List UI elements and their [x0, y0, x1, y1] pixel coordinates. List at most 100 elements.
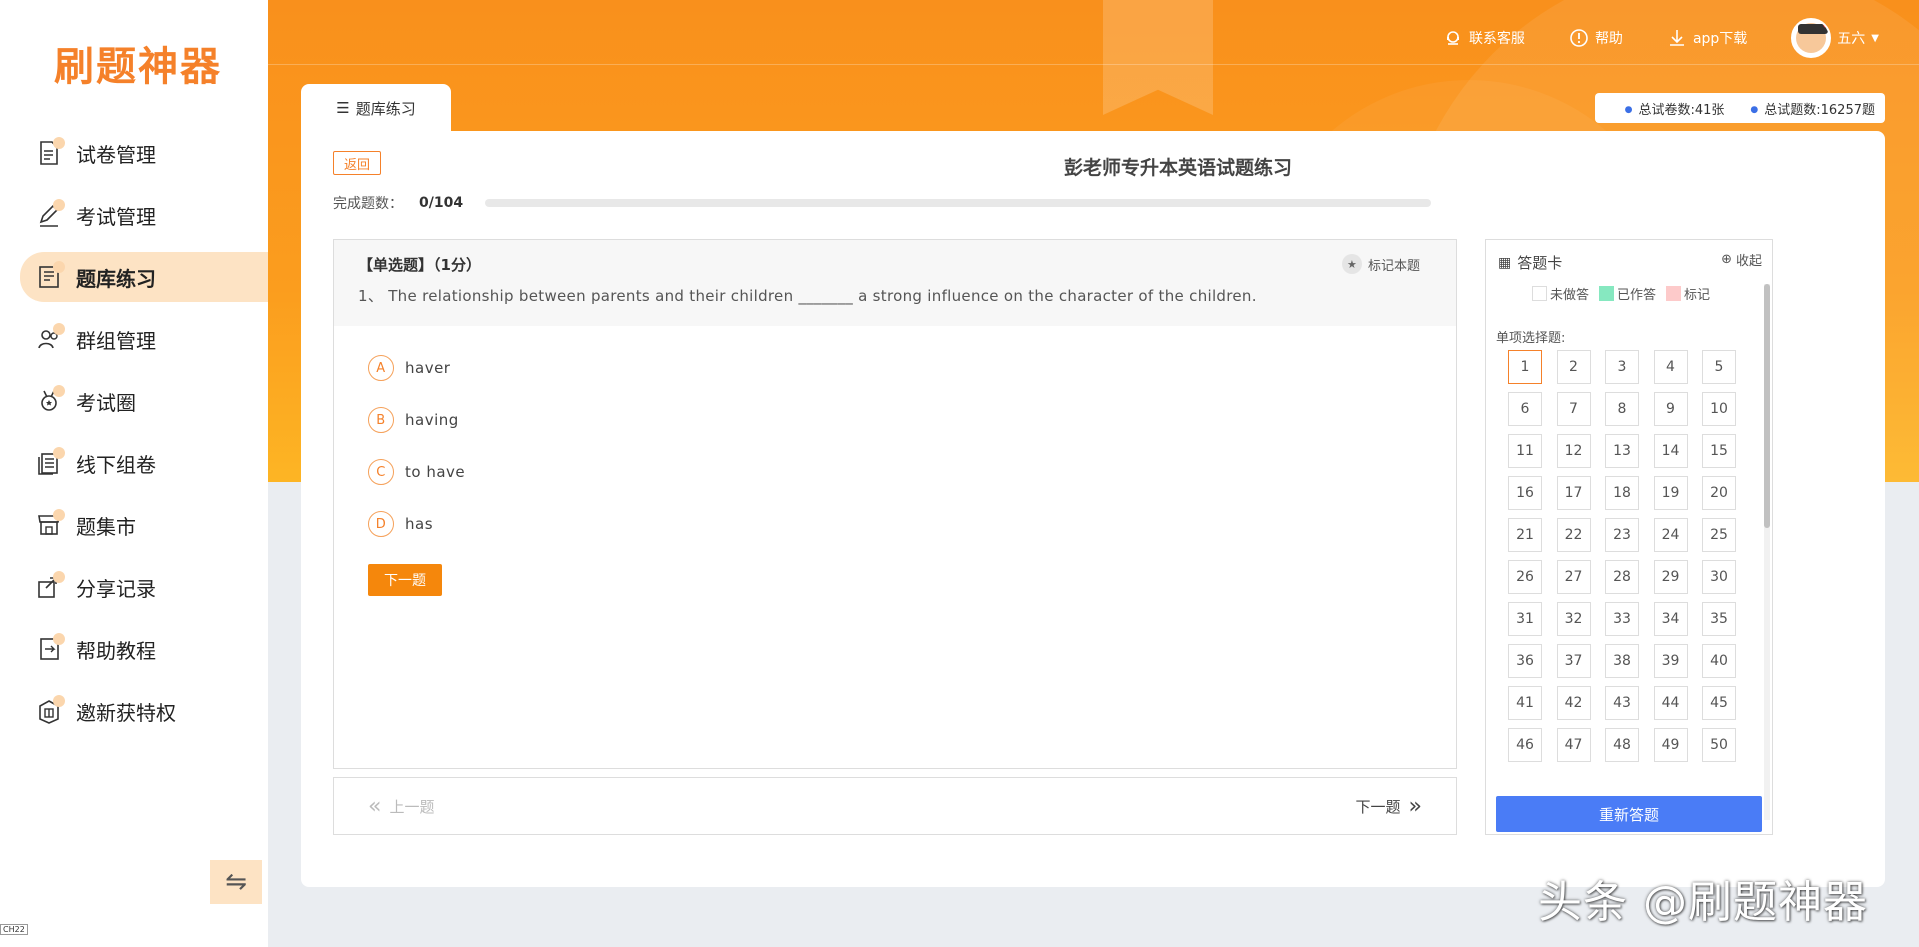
- next-question-link[interactable]: 下一题 »: [1356, 794, 1422, 819]
- question-number-cell[interactable]: 34: [1653, 602, 1688, 636]
- question-number-cell[interactable]: 10: [1702, 392, 1736, 426]
- user-menu[interactable]: 五六 ▼: [1791, 18, 1879, 58]
- sidebar-item[interactable]: 考试圈: [0, 370, 268, 432]
- question-number-cell[interactable]: 3: [1605, 350, 1639, 384]
- answer-option[interactable]: Bhaving: [368, 394, 1422, 446]
- question-number-cell[interactable]: 40: [1702, 644, 1736, 678]
- sidebar-item[interactable]: 线下组卷: [0, 432, 268, 494]
- legend-answered: 已作答: [1599, 284, 1656, 303]
- sidebar-item[interactable]: 试卷管理: [0, 122, 268, 184]
- sidebar-item[interactable]: 帮助教程: [0, 618, 268, 680]
- question-number-cell[interactable]: 22: [1556, 518, 1591, 552]
- sidebar-item[interactable]: 题集市: [0, 494, 268, 556]
- question-number-cell[interactable]: 11: [1508, 434, 1542, 468]
- paper-stack-icon: [36, 447, 65, 476]
- question-number-cell[interactable]: 29: [1653, 560, 1688, 594]
- answer-option[interactable]: Cto have: [368, 446, 1422, 498]
- question-number-cell[interactable]: 44: [1653, 686, 1688, 720]
- question-number-cell[interactable]: 15: [1702, 434, 1736, 468]
- question-number-cell[interactable]: 16: [1508, 476, 1542, 510]
- question-number-cell[interactable]: 13: [1605, 434, 1639, 468]
- top-divider: [268, 64, 1919, 65]
- double-chevron-right-icon: »: [1408, 793, 1422, 819]
- question-number-cell[interactable]: 45: [1702, 686, 1736, 720]
- question-number-cell[interactable]: 2: [1556, 350, 1591, 384]
- download-icon: [1669, 30, 1684, 46]
- question-number-cell[interactable]: 28: [1605, 560, 1639, 594]
- question-number-cell[interactable]: 4: [1653, 350, 1688, 384]
- progress-label: 完成题数：: [333, 196, 403, 212]
- question-number-cell[interactable]: 23: [1605, 518, 1639, 552]
- legend-unanswered-label: 未做答: [1550, 288, 1590, 303]
- question-number-cell[interactable]: 19: [1653, 476, 1688, 510]
- sidebar-collapse-button[interactable]: ⇋: [210, 860, 262, 904]
- mark-question-button[interactable]: ★ 标记本题: [1341, 254, 1420, 274]
- question-number-cell[interactable]: 21: [1508, 518, 1542, 552]
- question-number-cell[interactable]: 31: [1508, 602, 1542, 636]
- paper-title: 彭老师专升本英语试题练习: [1063, 157, 1292, 179]
- question-number-cell[interactable]: 35: [1702, 602, 1736, 636]
- icon-accent-dot: [53, 447, 65, 459]
- legend-swatch-marked: [1666, 286, 1682, 301]
- question-number-cell[interactable]: 8: [1605, 392, 1639, 426]
- question-number-cell[interactable]: 14: [1653, 434, 1688, 468]
- share-icon: [36, 571, 65, 600]
- tab-question-bank[interactable]: ☰ 题库练习: [301, 84, 451, 132]
- question-number-cell[interactable]: 48: [1605, 728, 1639, 762]
- contact-service-link[interactable]: 联系客服: [1443, 28, 1525, 48]
- question-number-cell[interactable]: 18: [1605, 476, 1639, 510]
- question-number-cell[interactable]: 38: [1605, 644, 1639, 678]
- sidebar-item[interactable]: 考试管理: [0, 184, 268, 246]
- app-download-link[interactable]: app下载: [1667, 28, 1747, 48]
- sidebar-item[interactable]: 群组管理: [0, 308, 268, 370]
- avatar[interactable]: [1791, 18, 1832, 58]
- progress-row: 完成题数： 0/104: [333, 193, 1432, 213]
- app-logo[interactable]: 刷题神器: [54, 34, 222, 92]
- question-number-cell[interactable]: 43: [1605, 686, 1639, 720]
- question-number-cell[interactable]: 37: [1556, 644, 1591, 678]
- question-number-cell[interactable]: 24: [1653, 518, 1688, 552]
- option-letter: A: [368, 355, 394, 381]
- question-number-cell[interactable]: 49: [1653, 728, 1688, 762]
- question-number-cell[interactable]: 47: [1556, 728, 1591, 762]
- question-number-cell[interactable]: 25: [1702, 518, 1736, 552]
- help-label: 帮助: [1594, 31, 1623, 47]
- answer-card-collapse-button[interactable]: ⊕ 收起: [1721, 250, 1762, 269]
- question-number-cell[interactable]: 32: [1556, 602, 1591, 636]
- next-question-button[interactable]: 下一题: [368, 564, 442, 596]
- sidebar-item[interactable]: 题库练习: [0, 246, 268, 308]
- redo-answers-button[interactable]: 重新答题: [1496, 796, 1762, 832]
- question-number-cell[interactable]: 42: [1556, 686, 1591, 720]
- help-book-icon: [36, 633, 65, 662]
- help-link[interactable]: 帮助: [1569, 28, 1623, 48]
- question-number-cell[interactable]: 41: [1508, 686, 1542, 720]
- question-number-cell[interactable]: 6: [1508, 392, 1542, 426]
- legend-marked-label: 标记: [1684, 288, 1711, 303]
- question-number-cell[interactable]: 7: [1556, 392, 1591, 426]
- question-number-cell[interactable]: 26: [1508, 560, 1542, 594]
- question-number-cell[interactable]: 36: [1508, 644, 1542, 678]
- question-number-cell[interactable]: 9: [1653, 392, 1688, 426]
- answer-option[interactable]: Dhas: [368, 498, 1422, 550]
- scrollbar-thumb[interactable]: [1764, 284, 1770, 528]
- question-number-cell[interactable]: 12: [1556, 434, 1591, 468]
- app-download-label: app下载: [1692, 31, 1748, 47]
- question-number-cell[interactable]: 20: [1702, 476, 1736, 510]
- question-number-cell[interactable]: 39: [1653, 644, 1688, 678]
- document-icon: [36, 137, 65, 166]
- question-number-cell[interactable]: 27: [1556, 560, 1591, 594]
- question-number-cell[interactable]: 50: [1702, 728, 1736, 762]
- question-number-cell[interactable]: 46: [1508, 728, 1542, 762]
- answer-card-scrollbar[interactable]: [1764, 284, 1770, 820]
- sidebar-item[interactable]: 分享记录: [0, 556, 268, 618]
- sidebar-item[interactable]: 邀新获特权: [0, 680, 268, 742]
- question-number-cell[interactable]: 5: [1702, 350, 1736, 384]
- question-number-cell[interactable]: 17: [1556, 476, 1591, 510]
- answer-option[interactable]: Ahaver: [368, 342, 1422, 394]
- section-label: 单项选择题:: [1496, 331, 1566, 346]
- question-number-cell[interactable]: 1: [1508, 350, 1542, 384]
- question-number-cell[interactable]: 30: [1702, 560, 1736, 594]
- question-number-cell[interactable]: 33: [1605, 602, 1639, 636]
- prev-question-link[interactable]: « 上一题: [368, 794, 434, 819]
- legend-swatch-unanswered: [1532, 286, 1547, 301]
